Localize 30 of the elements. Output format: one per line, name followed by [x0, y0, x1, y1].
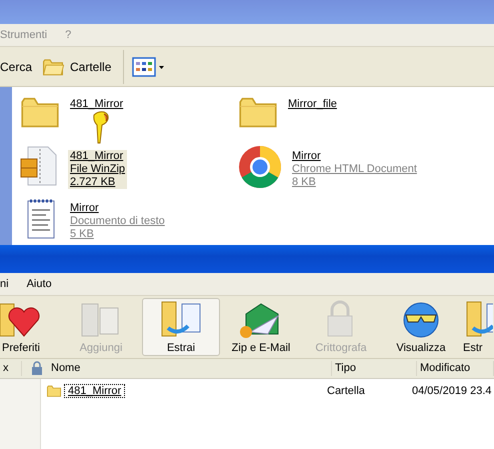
folders-button[interactable]: Cartelle: [42, 56, 116, 76]
file-type: Chrome HTML Document: [292, 163, 417, 176]
table-cell-text: 04/05/2019 23.4: [412, 385, 493, 397]
column-header[interactable]: Tipo: [332, 361, 417, 376]
file-name[interactable]: Mirror: [70, 202, 165, 215]
column-header[interactable]: Modificato: [417, 361, 494, 376]
file-name[interactable]: Mirror: [292, 150, 417, 163]
toolbar-button[interactable]: Visualizza: [382, 298, 460, 356]
file-name[interactable]: 481_Mirror: [70, 98, 124, 111]
file-size: 8 KB: [292, 176, 317, 189]
lock-icon: [30, 361, 44, 375]
menu-item[interactable]: Aiuto: [26, 278, 52, 290]
file-name[interactable]: 481_Mirror: [64, 384, 126, 398]
menu-item[interactable]: ni: [0, 278, 9, 290]
toolbar-button[interactable]: Preferiti: [0, 298, 60, 356]
column-header[interactable]: Nome: [48, 361, 332, 376]
file-type: File WinZip: [70, 163, 126, 176]
file-name[interactable]: 481_Mirror: [70, 150, 126, 163]
views-icon: [132, 56, 166, 76]
file-name[interactable]: Mirror_file: [288, 98, 337, 111]
file-type: Documento di testo: [70, 215, 165, 228]
toolbar-button[interactable]: Estrai: [142, 298, 220, 356]
table-cell-text: Cartella: [327, 385, 366, 397]
toolbar-button[interactable]: Estr: [462, 298, 494, 356]
file-size: 5 KB: [70, 228, 95, 241]
toolbar-button[interactable]: Zip e E-Mail: [222, 298, 300, 356]
file-size: 2.727 KB: [70, 176, 116, 189]
search-button[interactable]: Cerca: [0, 60, 36, 74]
column-header[interactable]: x: [0, 361, 22, 376]
browser-icon: [238, 145, 282, 189]
